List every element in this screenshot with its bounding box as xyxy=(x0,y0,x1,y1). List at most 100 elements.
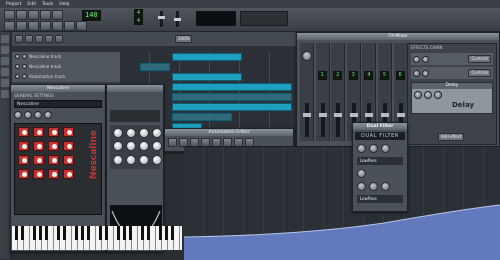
black-key[interactable] xyxy=(15,226,18,241)
nes-pad[interactable] xyxy=(33,169,44,179)
nes-pad[interactable] xyxy=(48,169,59,179)
black-key[interactable] xyxy=(165,226,168,241)
add-track-button[interactable] xyxy=(35,35,43,43)
channel-fader-handle[interactable] xyxy=(334,113,343,117)
project-notes-button[interactable] xyxy=(64,21,75,31)
pattern-clip[interactable] xyxy=(172,103,292,111)
black-key[interactable] xyxy=(117,226,120,241)
sampler-knob[interactable] xyxy=(113,141,123,152)
menu-edit[interactable]: Edit xyxy=(27,2,36,7)
nes-pad[interactable] xyxy=(48,155,59,165)
channel-fader-handle[interactable] xyxy=(318,113,327,117)
save-project-button[interactable] xyxy=(40,10,51,20)
black-key[interactable] xyxy=(63,226,66,241)
send-knob[interactable] xyxy=(302,51,312,61)
nes-pad[interactable] xyxy=(63,127,74,137)
export-button[interactable] xyxy=(52,10,63,20)
track-header[interactable]: Nescaline track xyxy=(12,61,120,72)
decay-knob[interactable] xyxy=(422,55,429,63)
gain1-knob[interactable] xyxy=(381,144,390,153)
mute-icon[interactable] xyxy=(15,54,20,59)
filter2-type-select[interactable]: LowPass xyxy=(357,195,403,203)
black-key[interactable] xyxy=(81,226,84,241)
black-key[interactable] xyxy=(45,226,48,241)
sampler-knob[interactable] xyxy=(126,154,136,165)
track-name[interactable]: Nescaline track xyxy=(29,54,61,59)
mixer-channel[interactable]: 1 xyxy=(315,43,330,141)
root-icon[interactable] xyxy=(1,90,9,98)
mute-icon[interactable] xyxy=(15,74,20,79)
controls-button[interactable]: Controls xyxy=(468,69,491,77)
master-volume-slider[interactable] xyxy=(160,11,163,27)
instrument-plugins-icon[interactable] xyxy=(1,35,9,43)
fx-mixer-title[interactable]: FX-Mixer xyxy=(297,33,499,40)
black-key[interactable] xyxy=(123,226,126,241)
sampler-knob[interactable] xyxy=(139,141,149,152)
resonance1-knob[interactable] xyxy=(369,144,378,153)
black-key[interactable] xyxy=(105,226,108,241)
instrument-title[interactable]: Nescaline xyxy=(11,85,105,92)
black-key[interactable] xyxy=(39,226,42,241)
black-key[interactable] xyxy=(57,226,60,241)
track-header[interactable]: Automation track xyxy=(12,71,120,82)
channel-fader-handle[interactable] xyxy=(365,113,374,117)
channel-fader[interactable] xyxy=(305,103,309,137)
gain2-knob[interactable] xyxy=(381,182,390,191)
mix-knob[interactable] xyxy=(357,169,366,178)
black-key[interactable] xyxy=(159,226,162,241)
wet-dry-knob[interactable] xyxy=(413,55,420,63)
black-key[interactable] xyxy=(21,226,24,241)
nes-pad[interactable] xyxy=(48,141,59,151)
projects-icon[interactable] xyxy=(1,46,9,54)
black-key[interactable] xyxy=(33,226,36,241)
fx-mixer-button[interactable] xyxy=(52,21,63,31)
open-project-button[interactable] xyxy=(16,10,27,20)
black-key[interactable] xyxy=(75,226,78,241)
home-icon[interactable] xyxy=(1,79,9,87)
beat-editor-button[interactable] xyxy=(16,21,27,31)
mute-icon[interactable] xyxy=(15,64,20,69)
sampler-knob[interactable] xyxy=(152,141,162,152)
menu-project[interactable]: Project xyxy=(6,2,21,7)
timesig-bottom[interactable]: 4 xyxy=(134,17,144,25)
resonance2-knob[interactable] xyxy=(369,182,378,191)
nes-pad[interactable] xyxy=(18,169,29,179)
nes-pad[interactable] xyxy=(33,141,44,151)
pitch-knob[interactable] xyxy=(34,111,42,119)
samples-icon[interactable] xyxy=(1,57,9,65)
preset-name-field[interactable]: Nescaline xyxy=(14,100,102,108)
sampler-knob[interactable] xyxy=(126,141,136,152)
nes-pad[interactable] xyxy=(33,127,44,137)
decay-knob[interactable] xyxy=(422,69,429,77)
menu-tools[interactable]: Tools xyxy=(42,2,53,7)
nes-pad[interactable] xyxy=(63,155,74,165)
mixer-channel[interactable]: 2 xyxy=(331,43,346,141)
edit-mode-button[interactable] xyxy=(55,35,63,43)
volume-knob[interactable] xyxy=(14,111,22,119)
play-button[interactable] xyxy=(168,138,177,147)
black-key[interactable] xyxy=(129,226,132,241)
solo-icon[interactable] xyxy=(22,64,27,69)
pattern-clip[interactable] xyxy=(172,53,242,61)
recent-project-button[interactable] xyxy=(28,10,39,20)
effect-slot[interactable]: Controls xyxy=(411,53,493,65)
add-effect-button[interactable]: Add effect xyxy=(438,133,465,141)
channel-fader-handle[interactable] xyxy=(396,113,405,117)
track-name[interactable]: Nescaline track xyxy=(29,64,61,69)
black-key[interactable] xyxy=(141,226,144,241)
nes-pad[interactable] xyxy=(33,155,44,165)
track-header[interactable]: Nescaline track xyxy=(12,51,120,62)
nes-pad[interactable] xyxy=(63,169,74,179)
automation-editor-area[interactable] xyxy=(184,146,500,260)
automation-curve[interactable] xyxy=(184,147,500,260)
sampler-knob[interactable] xyxy=(126,128,136,138)
zoom-select[interactable]: 100% xyxy=(175,35,193,43)
cutoff2-knob[interactable] xyxy=(357,182,366,191)
master-volume-handle[interactable] xyxy=(158,16,165,19)
black-key[interactable] xyxy=(147,226,150,241)
channel-fader-handle[interactable] xyxy=(303,113,311,117)
song-editor-button[interactable] xyxy=(4,21,15,31)
mixer-channel-master[interactable] xyxy=(300,43,314,141)
sampler-knob[interactable] xyxy=(139,128,149,138)
feedback-knob[interactable] xyxy=(424,91,432,99)
